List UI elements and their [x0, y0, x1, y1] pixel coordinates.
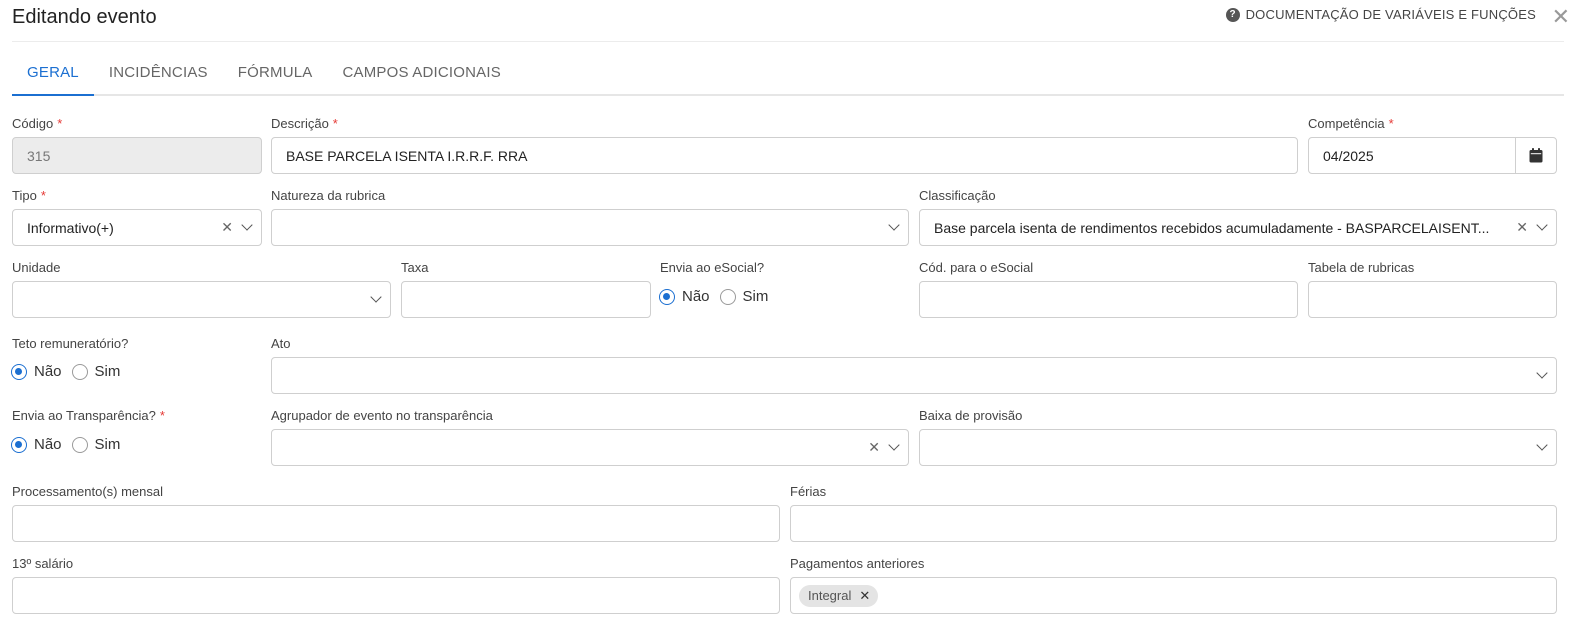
competencia-field[interactable]: 04/2025 — [1308, 137, 1516, 174]
taxa-field[interactable] — [401, 281, 651, 318]
documentation-link-label: DOCUMENTAÇÃO DE VARIÁVEIS E FUNÇÕES — [1245, 7, 1536, 22]
tabela-rubricas-field[interactable] — [1308, 281, 1557, 318]
ato-select[interactable] — [271, 357, 1557, 394]
radio-empty-icon — [71, 436, 88, 453]
decimo-terceiro-field[interactable] — [12, 577, 780, 614]
tab-bar: GERAL INCIDÊNCIAS FÓRMULA CAMPOS ADICION… — [12, 56, 1564, 96]
radio-selected-icon — [11, 436, 27, 453]
agrupador-select[interactable]: ✕ — [271, 429, 909, 466]
decimo-terceiro-label: 13º salário — [12, 556, 74, 571]
required-mark: * — [1388, 116, 1394, 131]
cod-esocial-field[interactable] — [919, 281, 1298, 318]
envia-transparencia-radio-group: Não Sim — [11, 436, 120, 453]
tipo-select[interactable]: Informativo(+) ✕ — [12, 209, 262, 246]
ferias-label: Férias — [790, 484, 827, 499]
pagamentos-anteriores-label: Pagamentos anteriores — [790, 556, 925, 571]
chevron-down-icon — [1536, 219, 1548, 231]
chevron-down-icon — [370, 291, 382, 303]
competencia-label: Competência * — [1308, 116, 1394, 131]
chevron-down-icon — [888, 219, 900, 231]
cod-esocial-label: Cód. para o eSocial — [919, 260, 1034, 275]
clear-icon[interactable]: ✕ — [221, 219, 233, 236]
baixa-provisao-select[interactable] — [919, 429, 1557, 466]
calendar-icon — [1529, 148, 1543, 163]
envia-esocial-radio-group: Não Sim — [659, 288, 768, 305]
envia-transparencia-label: Envia ao Transparência? * — [12, 408, 165, 423]
required-mark: * — [40, 188, 46, 203]
radio-empty-icon — [71, 363, 88, 380]
documentation-link[interactable]: ? DOCUMENTAÇÃO DE VARIÁVEIS E FUNÇÕES — [1225, 7, 1536, 22]
ato-label: Ato — [271, 336, 291, 351]
chevron-down-icon — [241, 219, 253, 231]
envia-esocial-sim-radio[interactable]: Sim — [719, 288, 768, 305]
header-divider — [12, 41, 1564, 42]
envia-esocial-label: Envia ao eSocial? — [660, 260, 765, 275]
chevron-down-icon — [1536, 439, 1548, 451]
close-icon[interactable]: ✕ — [1552, 4, 1570, 30]
clear-icon[interactable]: ✕ — [868, 439, 880, 456]
envia-esocial-nao-radio[interactable]: Não — [659, 288, 710, 305]
chip-integral: Integral ✕ — [799, 584, 879, 607]
tab-formula[interactable]: FÓRMULA — [223, 56, 328, 96]
radio-selected-icon — [11, 363, 27, 380]
question-circle-icon: ? — [1225, 7, 1240, 22]
radio-empty-icon — [719, 288, 736, 305]
codigo-field: 315 — [12, 137, 262, 174]
classificacao-label: Classificação — [919, 188, 996, 203]
unidade-label: Unidade — [12, 260, 61, 275]
agrupador-label: Agrupador de evento no transparência — [271, 408, 493, 423]
tab-geral[interactable]: GERAL — [12, 56, 94, 96]
taxa-label: Taxa — [401, 260, 429, 275]
radio-selected-icon — [659, 288, 675, 305]
processamento-mensal-field[interactable] — [12, 505, 780, 542]
required-mark: * — [332, 116, 338, 131]
chevron-down-icon — [1536, 367, 1548, 379]
envia-transparencia-nao-radio[interactable]: Não — [11, 436, 62, 453]
calendar-button[interactable] — [1515, 137, 1557, 174]
tab-campos-adicionais[interactable]: CAMPOS ADICIONAIS — [328, 56, 516, 96]
tab-incidencias[interactable]: INCIDÊNCIAS — [94, 56, 223, 96]
teto-radio-group: Não Sim — [11, 363, 120, 380]
unidade-select[interactable] — [12, 281, 391, 318]
chip-remove-icon[interactable]: ✕ — [859, 588, 870, 604]
tabela-rubricas-label: Tabela de rubricas — [1308, 260, 1415, 275]
required-mark: * — [57, 116, 63, 131]
codigo-label: Código * — [12, 116, 63, 131]
envia-transparencia-sim-radio[interactable]: Sim — [71, 436, 120, 453]
tipo-label: Tipo * — [12, 188, 46, 203]
baixa-provisao-label: Baixa de provisão — [919, 408, 1023, 423]
natureza-label: Natureza da rubrica — [271, 188, 386, 203]
chevron-down-icon — [888, 439, 900, 451]
teto-nao-radio[interactable]: Não — [11, 363, 62, 380]
teto-label: Teto remuneratório? — [12, 336, 129, 351]
page-title: Editando evento — [12, 6, 157, 28]
processamento-mensal-label: Processamento(s) mensal — [12, 484, 163, 499]
classificacao-select[interactable]: Base parcela isenta de rendimentos receb… — [919, 209, 1557, 246]
teto-sim-radio[interactable]: Sim — [71, 363, 120, 380]
ferias-field[interactable] — [790, 505, 1557, 542]
natureza-select[interactable] — [271, 209, 909, 246]
pagamentos-anteriores-field[interactable]: Integral ✕ — [790, 577, 1557, 614]
clear-icon[interactable]: ✕ — [1516, 219, 1528, 236]
required-mark: * — [159, 408, 165, 423]
descricao-field[interactable]: BASE PARCELA ISENTA I.R.R.F. RRA — [271, 137, 1298, 174]
descricao-label: Descrição * — [271, 116, 338, 131]
